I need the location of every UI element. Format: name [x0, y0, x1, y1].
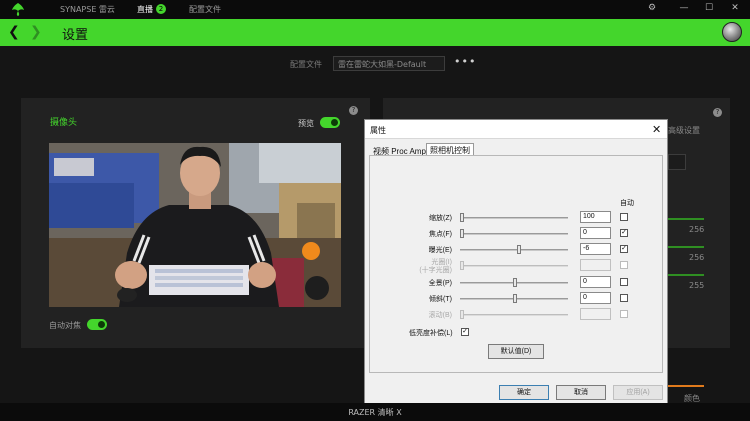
- pan-label: 全景(P): [428, 280, 452, 287]
- tab-synapse[interactable]: SYNAPSE 雷云: [60, 4, 115, 15]
- tilt-slider-thumb[interactable]: [513, 294, 517, 303]
- device-name: RAZER 清晰 X: [348, 408, 402, 417]
- dialog-title: 属性: [370, 126, 386, 135]
- focus-label: 焦点(F): [429, 231, 452, 238]
- auto-column-header: 自动: [620, 200, 634, 207]
- top-bar: SYNAPSE 雷云 直播 2 配置文件 ⚙ — ☐ ✕: [0, 0, 750, 19]
- slider-track[interactable]: [668, 218, 704, 220]
- window-close-icon[interactable]: ✕: [729, 3, 741, 13]
- header-bar: ❮ ❯ 设置: [0, 19, 750, 46]
- low-light-compensation-label: 低亮度补偿(L): [409, 330, 453, 337]
- color-bar: [668, 385, 704, 387]
- autofocus-toggle[interactable]: [87, 319, 107, 330]
- roll-slider: [460, 314, 568, 316]
- help-icon[interactable]: ?: [349, 106, 358, 115]
- tab-live-label: 直播: [137, 5, 153, 14]
- page-title: 设置: [62, 28, 89, 43]
- pan-value-field[interactable]: 0: [580, 276, 611, 288]
- tab-live[interactable]: 直播 2: [137, 4, 166, 15]
- roll-value-field: [580, 308, 611, 320]
- camera-panel-title: 摄像头: [50, 118, 78, 128]
- preview-toggle[interactable]: [320, 117, 340, 128]
- exposure-label: 曝光(E): [428, 247, 452, 254]
- tab-profiles[interactable]: 配置文件: [189, 4, 221, 15]
- zoom-slider[interactable]: [460, 217, 568, 219]
- cancel-button[interactable]: 取消: [556, 385, 606, 400]
- slider-value: 256: [689, 253, 705, 262]
- razer-logo-icon[interactable]: [10, 2, 26, 17]
- zoom-value-field[interactable]: 100: [580, 211, 611, 223]
- pan-auto-checkbox[interactable]: [620, 278, 628, 286]
- focus-value-field[interactable]: 0: [580, 227, 611, 239]
- exposure-auto-checkbox[interactable]: ✓: [620, 245, 628, 253]
- tilt-label: 倾斜(T): [429, 296, 452, 303]
- minimize-icon[interactable]: —: [678, 3, 690, 13]
- iris-auto-checkbox: [620, 261, 628, 269]
- slider-track[interactable]: [668, 274, 704, 276]
- focus-slider-thumb[interactable]: [460, 229, 464, 238]
- profile-label: 配置文件: [290, 60, 322, 69]
- dialog-titlebar: 属性 ✕: [365, 120, 667, 139]
- profile-dropdown[interactable]: 雷在雷蛇大如黑-Default: [333, 56, 445, 71]
- more-options-icon[interactable]: •••: [454, 55, 476, 68]
- focus-slider[interactable]: [460, 233, 568, 235]
- pan-slider-thumb[interactable]: [513, 278, 517, 287]
- exposure-slider[interactable]: [460, 249, 568, 251]
- tilt-value-field[interactable]: 0: [580, 292, 611, 304]
- autofocus-label: 自动对焦: [49, 321, 81, 330]
- advanced-dropdown[interactable]: [668, 154, 686, 170]
- exposure-value-field[interactable]: -6: [580, 243, 611, 255]
- help-icon[interactable]: ?: [713, 108, 722, 117]
- advanced-panel-title: 高级设置: [668, 126, 700, 135]
- forward-arrow-icon[interactable]: ❯: [30, 24, 42, 40]
- camera-preview-image: [49, 143, 341, 307]
- roll-auto-checkbox: [620, 310, 628, 318]
- camera-panel: 摄像头 ? 预览 自动对焦: [21, 98, 370, 348]
- zoom-slider-thumb[interactable]: [460, 213, 464, 222]
- slider-value: 256: [689, 225, 705, 234]
- settings-gear-icon[interactable]: ⚙: [646, 3, 658, 13]
- zoom-auto-checkbox[interactable]: [620, 213, 628, 221]
- iris-slider: [460, 265, 568, 267]
- iris-label: 光圈(I) (十字光圈): [419, 259, 452, 274]
- roll-label: 滚动(B): [428, 312, 452, 319]
- user-avatar-icon[interactable]: [722, 22, 742, 42]
- notification-badge: 2: [156, 4, 166, 14]
- slider-value: 255: [689, 281, 705, 290]
- zoom-label: 缩放(Z): [429, 215, 452, 222]
- iris-slider-thumb: [460, 261, 464, 270]
- iris-value-field: [580, 259, 611, 271]
- ok-button[interactable]: 确定: [499, 385, 549, 400]
- focus-auto-checkbox[interactable]: ✓: [620, 229, 628, 237]
- roll-slider-thumb: [460, 310, 464, 319]
- dialog-close-icon[interactable]: ✕: [652, 123, 661, 136]
- apply-button: 应用(A): [613, 385, 663, 400]
- camera-scene-illustration: [49, 143, 341, 307]
- footer-bar: RAZER 清晰 X: [0, 403, 750, 421]
- camera-control-pane: 自动 缩放(Z) 100 焦点(F) 0 ✓ 曝光(E) -6 ✓ 光圈(I) …: [369, 155, 663, 373]
- low-light-compensation-checkbox[interactable]: ✓: [461, 328, 469, 336]
- properties-dialog: 属性 ✕ 视频 Proc Amp 照相机控制 自动 缩放(Z) 100 焦点(F…: [364, 119, 668, 405]
- maximize-icon[interactable]: ☐: [703, 3, 715, 13]
- tilt-auto-checkbox[interactable]: [620, 294, 628, 302]
- exposure-slider-thumb[interactable]: [517, 245, 521, 254]
- slider-track[interactable]: [668, 246, 704, 248]
- default-values-button[interactable]: 默认值(D): [488, 344, 544, 359]
- back-arrow-icon[interactable]: ❮: [8, 24, 20, 40]
- preview-label: 预览: [298, 119, 314, 128]
